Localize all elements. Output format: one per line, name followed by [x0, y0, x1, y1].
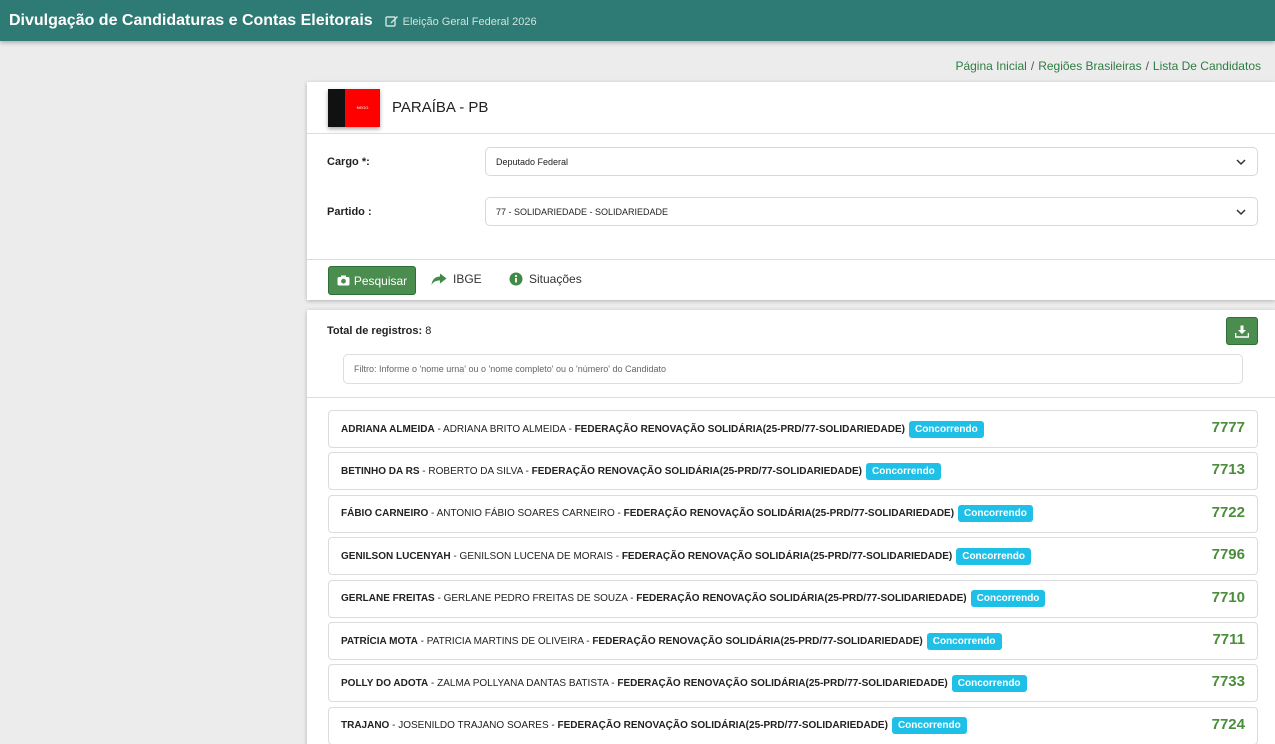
divider: [307, 397, 1275, 398]
candidate-number: 7722: [1211, 503, 1245, 521]
candidate-full-name: - ROBERTO DA SILVA -: [419, 465, 532, 477]
candidate-full-name: - GENILSON LUCENA DE MORAIS -: [450, 550, 622, 562]
candidate-nickname: POLLY DO ADOTA: [341, 677, 429, 689]
breadcrumb-separator: /: [1145, 59, 1149, 73]
candidate-party: FEDERAÇÃO RENOVAÇÃO SOLIDÁRIA(25-PRD/77-…: [574, 423, 905, 435]
candidate-party: FEDERAÇÃO RENOVAÇÃO SOLIDÁRIA(25-PRD/77-…: [623, 508, 955, 520]
breadcrumb: Página Inicial / Regiões Brasileiras / L…: [955, 59, 1261, 73]
state-name: PARAÍBA - PB: [392, 99, 489, 116]
candidate-number: 7733: [1211, 673, 1245, 691]
candidate-nickname: GERLANE FREITAS: [341, 593, 435, 605]
candidate-party: FEDERAÇÃO RENOVAÇÃO SOLIDÁRIA(25-PRD/77-…: [592, 635, 923, 647]
search-card: NEGO PARAÍBA - PB Cargo *: Deputado Fede…: [307, 82, 1275, 300]
results-card: Total de registros: 8 Filtro: Informe o …: [307, 310, 1275, 744]
state-flag: NEGO: [328, 88, 380, 127]
info-icon: [509, 272, 523, 286]
share-icon: [431, 273, 447, 285]
filter-placeholder: Filtro: Informe o 'nome urna' ou o 'nome…: [354, 364, 666, 374]
state-header: NEGO PARAÍBA - PB: [307, 82, 1275, 134]
situacoes-button[interactable]: Situações: [509, 272, 582, 286]
total-label: Total de registros:: [327, 325, 423, 337]
breadcrumb-regions[interactable]: Regiões Brasileiras: [1038, 59, 1141, 73]
status-badge: Concorrendo: [866, 462, 941, 480]
chevron-down-icon: [1236, 209, 1246, 216]
breadcrumb-home[interactable]: Página Inicial: [955, 59, 1026, 73]
edit-icon[interactable]: [384, 14, 399, 28]
situacoes-label: Situações: [529, 272, 582, 286]
search-button[interactable]: Pesquisar: [328, 266, 416, 295]
search-button-label: Pesquisar: [353, 273, 408, 288]
ibge-label: IBGE: [453, 272, 482, 286]
candidate-nickname: BETINHO DA RS: [341, 465, 420, 477]
status-badge: Concorrendo: [926, 632, 1002, 650]
cargo-value: Deputado Federal: [496, 156, 569, 167]
candidate-full-name: - ADRIANA BRITO ALMEIDA -: [434, 423, 575, 435]
cargo-select[interactable]: Deputado Federal: [485, 147, 1258, 176]
partido-value: 77 - SOLIDARIEDADE - SOLIDARIEDADE: [496, 206, 669, 217]
total-value: 8: [425, 325, 432, 337]
candidate-party: FEDERAÇÃO RENOVAÇÃO SOLIDÁRIA(25-PRD/77-…: [636, 593, 967, 605]
candidate-nickname: PATRÍCIA MOTA: [341, 635, 418, 647]
app-title: Divulgação de Candidaturas e Contas Elei…: [9, 11, 373, 29]
camera-icon: [337, 275, 350, 286]
candidate-row[interactable]: TRAJANO - JOSENILDO TRAJANO SOARES - FED…: [328, 706, 1258, 744]
candidate-number: 7724: [1211, 715, 1245, 733]
chevron-down-icon: [1236, 159, 1246, 166]
partido-row: Partido : 77 - SOLIDARIEDADE - SOLIDARIE…: [307, 197, 1275, 226]
candidate-nickname: TRAJANO: [341, 720, 390, 732]
candidate-party: FEDERAÇÃO RENOVAÇÃO SOLIDÁRIA(25-PRD/77-…: [621, 550, 953, 562]
candidate-row[interactable]: POLLY DO ADOTA - ZALMA POLLYANA DANTAS B…: [328, 664, 1258, 703]
status-badge: Concorrendo: [970, 590, 1046, 608]
status-badge: Concorrendo: [956, 547, 1031, 565]
flag-text: NEGO: [345, 88, 380, 127]
candidate-party: FEDERAÇÃO RENOVAÇÃO SOLIDÁRIA(25-PRD/77-…: [617, 677, 948, 689]
election-subtitle: Eleição Geral Federal 2026: [402, 15, 537, 28]
status-badge: Concorrendo: [951, 674, 1027, 692]
cargo-row: Cargo *: Deputado Federal: [307, 147, 1275, 176]
candidate-row[interactable]: GERLANE FREITAS - GERLANE PEDRO FREITAS …: [328, 579, 1258, 618]
download-icon: [1235, 325, 1249, 338]
partido-label: Partido :: [327, 205, 372, 218]
candidate-row[interactable]: ADRIANA ALMEIDA - ADRIANA BRITO ALMEIDA …: [328, 410, 1258, 448]
top-bar: Divulgação de Candidaturas e Contas Elei…: [0, 0, 1275, 41]
candidate-number: 7713: [1211, 461, 1245, 479]
candidate-full-name: - JOSENILDO TRAJANO SOARES -: [389, 720, 558, 732]
candidate-party: FEDERAÇÃO RENOVAÇÃO SOLIDÁRIA(25-PRD/77-…: [531, 465, 863, 477]
breadcrumb-separator: /: [1030, 59, 1035, 73]
candidate-party: FEDERAÇÃO RENOVAÇÃO SOLIDÁRIA(25-PRD/77-…: [557, 720, 888, 732]
candidate-nickname: GENILSON LUCENYAH: [341, 550, 451, 562]
candidate-full-name: - GERLANE PEDRO FREITAS DE SOUZA -: [434, 593, 637, 605]
candidate-number: 7710: [1211, 588, 1245, 606]
candidate-number: 7796: [1211, 546, 1245, 564]
cargo-label: Cargo *:: [327, 155, 370, 168]
download-button[interactable]: [1226, 317, 1258, 345]
candidate-full-name: - ZALMA POLLYANA DANTAS BATISTA -: [428, 677, 618, 689]
candidate-nickname: ADRIANA ALMEIDA: [341, 423, 435, 435]
total-records: Total de registros: 8: [327, 325, 431, 337]
breadcrumb-candidates[interactable]: Lista De Candidatos: [1153, 59, 1261, 73]
candidate-full-name: - PATRICIA MARTINS DE OLIVEIRA -: [417, 635, 593, 647]
candidate-row[interactable]: PATRÍCIA MOTA - PATRICIA MARTINS DE OLIV…: [328, 622, 1258, 660]
filter-input[interactable]: Filtro: Informe o 'nome urna' ou o 'nome…: [343, 354, 1243, 384]
candidate-full-name: - ANTONIO FÁBIO SOARES CARNEIRO -: [428, 508, 624, 520]
candidate-nickname: FÁBIO CARNEIRO: [341, 508, 429, 520]
status-badge: Concorrendo: [958, 505, 1033, 523]
partido-select[interactable]: 77 - SOLIDARIEDADE - SOLIDARIEDADE: [485, 197, 1258, 226]
status-badge: Concorrendo: [908, 420, 984, 438]
ibge-button[interactable]: IBGE: [431, 272, 482, 286]
candidate-row[interactable]: BETINHO DA RS - ROBERTO DA SILVA - FEDER…: [328, 452, 1258, 491]
divider: [307, 259, 1275, 260]
candidate-row[interactable]: FÁBIO CARNEIRO - ANTONIO FÁBIO SOARES CA…: [328, 494, 1258, 533]
status-badge: Concorrendo: [891, 717, 967, 735]
candidate-number: 7777: [1211, 419, 1245, 436]
candidate-row[interactable]: GENILSON LUCENYAH - GENILSON LUCENA DE M…: [328, 537, 1258, 576]
candidate-number: 7711: [1212, 631, 1245, 648]
